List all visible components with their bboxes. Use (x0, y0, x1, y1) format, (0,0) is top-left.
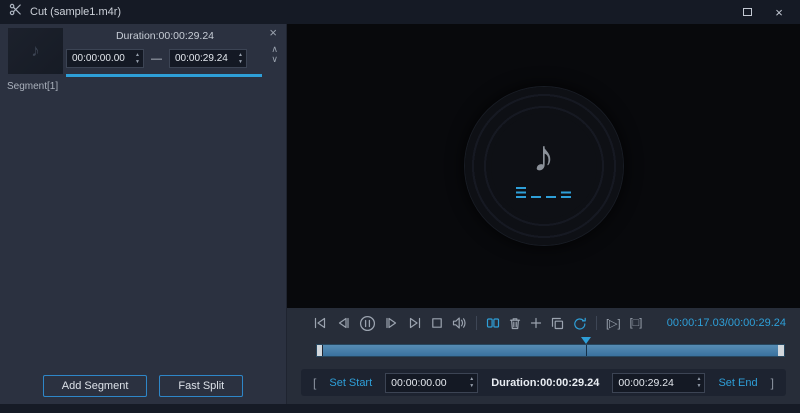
set-end-button[interactable]: Set End (718, 377, 757, 389)
set-start-button[interactable]: Set Start (329, 377, 372, 389)
spin-down-icon[interactable]: ▼ (696, 383, 701, 389)
spin-up-icon[interactable]: ▲ (238, 52, 243, 58)
segment-actions: Add Segment Fast Split (0, 375, 286, 397)
move-segment-down-button[interactable]: ∨ (271, 55, 278, 64)
end-time-spinbox[interactable]: ▲ ▼ (612, 372, 706, 393)
player-panel: ♪ [▷] [□] 00:00:17.03/00:00:29.24 [Set … (287, 24, 800, 413)
segment-end-spinner: ▲ ▼ (235, 50, 246, 67)
timeline[interactable] (316, 336, 785, 357)
trim-end-handle[interactable] (778, 344, 784, 356)
range-dash: — (151, 52, 162, 65)
segment-progress-bar (66, 74, 262, 77)
step-back-button[interactable] (336, 317, 350, 329)
segment-end-spinbox[interactable]: ▲ ▼ (169, 49, 247, 68)
segment-duration-label: Duration:00:00:29.24 (115, 30, 215, 42)
move-segment-up-button[interactable]: ∧ (271, 45, 278, 54)
scissors-icon (9, 3, 22, 21)
spin-down-icon[interactable]: ▼ (469, 383, 474, 389)
segment-end-input[interactable] (170, 50, 235, 67)
spin-up-icon[interactable]: ▲ (469, 376, 474, 382)
playback-toolbar: [▷] [□] 00:00:17.03/00:00:29.24 (287, 308, 800, 338)
skip-start-button[interactable] (313, 317, 327, 329)
window-bottom-edge (0, 404, 800, 413)
spin-up-icon[interactable]: ▲ (135, 52, 140, 58)
music-note-icon: ♪ (532, 132, 555, 181)
dialog-body: ♪ Duration:00:00:29.24 × ∧ ∨ ▲ ▼ — (0, 24, 800, 413)
step-forward-button[interactable] (385, 317, 399, 329)
start-time-spinner: ▲ ▼ (466, 374, 477, 392)
skip-end-button[interactable] (408, 317, 422, 329)
end-time-input[interactable] (613, 373, 694, 392)
toolbar-divider (596, 316, 597, 330)
split-button[interactable] (486, 317, 500, 329)
audio-disc: ♪ (464, 87, 623, 245)
segment-start-spinner: ▲ ▼ (132, 50, 143, 67)
spin-up-icon[interactable]: ▲ (696, 376, 701, 382)
stop-section-button[interactable]: [□] (630, 317, 643, 329)
segment-label: Segment[1] (7, 81, 59, 92)
end-time-spinner: ▲ ▼ (693, 374, 704, 392)
set-start-end-bar: [ Set Start ▲ ▼ Duration:00:00:29.24 ▲ ▼ (301, 369, 786, 396)
add-button[interactable] (530, 317, 542, 329)
segment-start-spinbox[interactable]: ▲ ▼ (66, 49, 144, 68)
toolbar-divider (476, 316, 477, 330)
cut-dialog: Cut (sample1.m4r) × ♪ Duration:00:00:29.… (0, 0, 800, 413)
spin-down-icon[interactable]: ▼ (135, 59, 140, 65)
duration-label: Duration:00:00:29.24 (491, 376, 600, 389)
segment-start-input[interactable] (67, 50, 132, 67)
titlebar: Cut (sample1.m4r) × (0, 0, 800, 24)
reset-button[interactable] (573, 317, 587, 330)
timeline-row (287, 336, 800, 362)
segments-panel: ♪ Duration:00:00:29.24 × ∧ ∨ ▲ ▼ — (0, 24, 287, 413)
close-button[interactable]: × (767, 0, 791, 24)
copy-button[interactable] (551, 317, 564, 330)
equalizer-bars-icon (516, 185, 571, 198)
playhead[interactable] (580, 336, 591, 349)
fast-split-button[interactable]: Fast Split (159, 375, 244, 397)
video-preview: ♪ (287, 24, 800, 308)
start-time-spinbox[interactable]: ▲ ▼ (385, 372, 479, 393)
time-display: 00:00:17.03/00:00:29.24 (666, 317, 786, 329)
maximize-button[interactable] (735, 0, 759, 24)
right-bracket: ] (770, 375, 774, 390)
remove-segment-button[interactable]: × (269, 26, 277, 39)
stop-button[interactable] (431, 317, 443, 329)
thumbnail-note-icon: ♪ (31, 41, 40, 60)
segment-thumbnail[interactable]: ♪ (8, 28, 63, 74)
spin-down-icon[interactable]: ▼ (238, 59, 243, 65)
window-title: Cut (sample1.m4r) (30, 6, 122, 18)
segment-reorder-arrows: ∧ ∨ (271, 45, 278, 64)
left-bracket: [ (313, 375, 317, 390)
volume-button[interactable] (452, 317, 467, 329)
segment-time-range: ▲ ▼ — ▲ ▼ (66, 49, 247, 68)
delete-segment-button[interactable] (509, 317, 521, 330)
play-section-button[interactable]: [▷] (606, 317, 621, 330)
start-time-input[interactable] (386, 373, 467, 392)
trim-start-handle[interactable] (317, 344, 323, 356)
maximize-icon (742, 8, 752, 16)
add-segment-button[interactable]: Add Segment (42, 375, 148, 397)
pause-button[interactable] (359, 315, 376, 332)
